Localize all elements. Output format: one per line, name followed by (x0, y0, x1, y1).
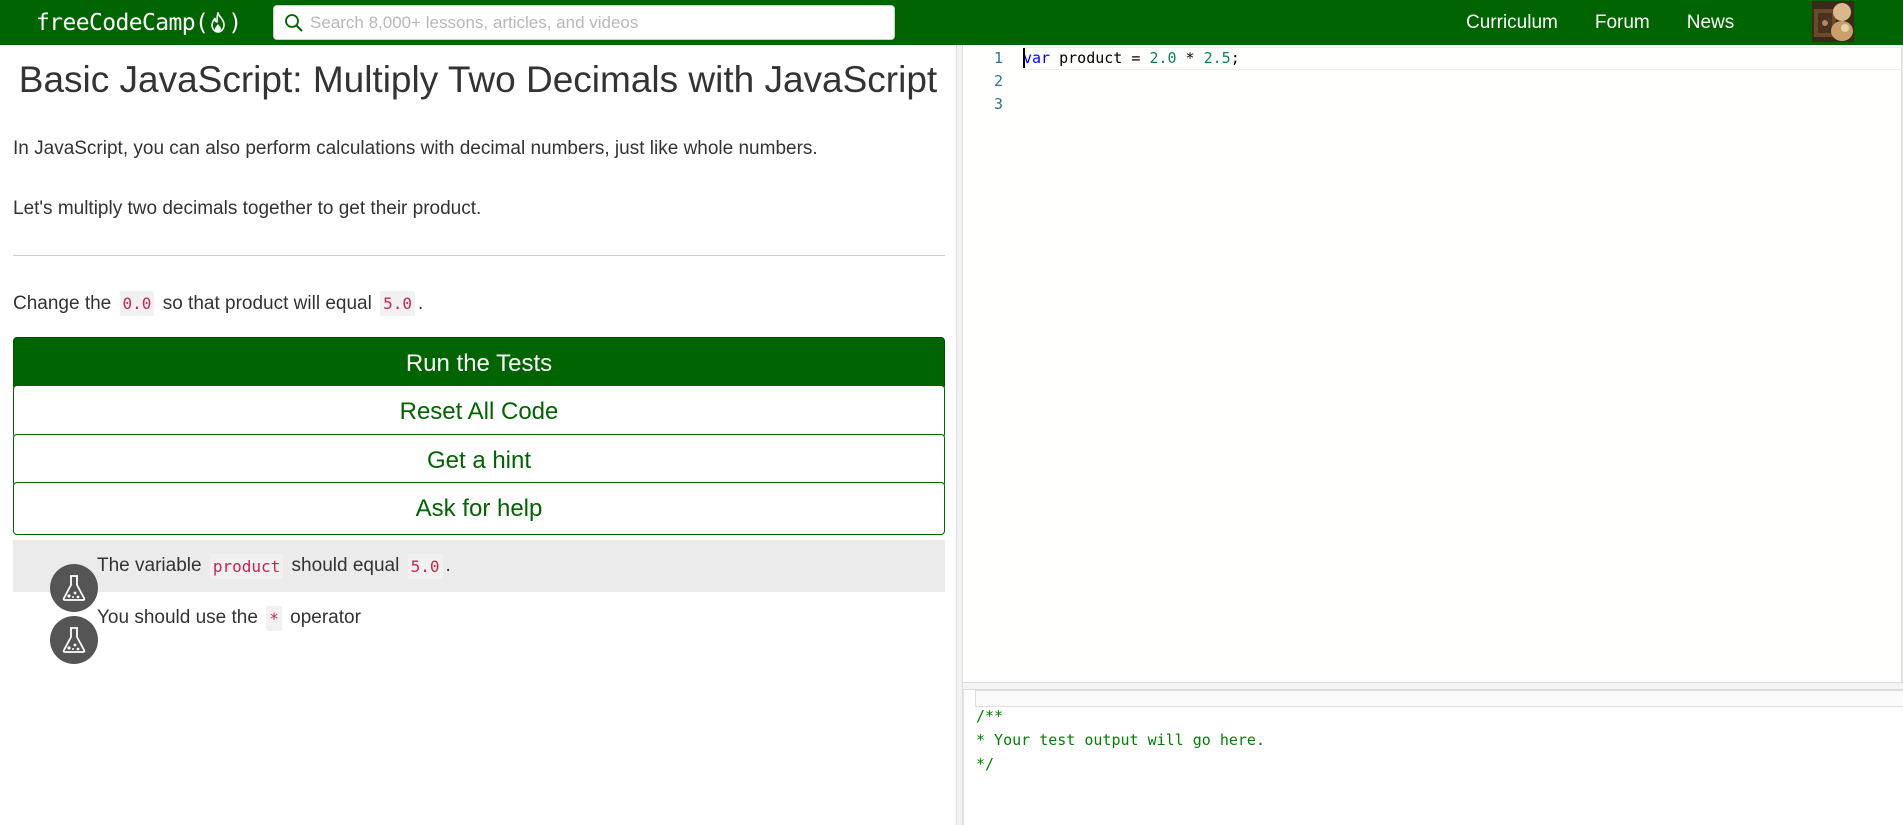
challenge-description-1: In JavaScript, you can also perform calc… (13, 138, 818, 159)
run-tests-button[interactable]: Run the Tests (13, 337, 945, 390)
code-identifier: product = (1050, 49, 1150, 67)
output-line: * Your test output will go here. (976, 731, 1265, 749)
test-item: The variable product should equal 5.0. (13, 540, 945, 612)
text-cursor (1023, 48, 1025, 68)
nav-link-news[interactable]: News (1687, 12, 1735, 34)
code-operator: * (1176, 49, 1204, 67)
test-code-operator: * (266, 605, 282, 631)
editor-output-resize-handle[interactable] (963, 682, 1903, 690)
test-code-value: 5.0 (407, 553, 443, 579)
challenge-title: Basic JavaScript: Multiply Two Decimals … (18, 59, 938, 100)
output-line: /** (976, 707, 1004, 725)
instruction-prefix: Change the (13, 292, 117, 314)
line-number: 1 (993, 49, 1003, 67)
pane-resize-handle[interactable] (956, 45, 963, 825)
code-editor[interactable]: 1 2 3 var product = 2.0 * 2.5; (963, 45, 1903, 682)
nav-links: Curriculum Forum News (1466, 0, 1771, 45)
nav-link-forum[interactable]: Forum (1595, 12, 1650, 34)
instruction-code-start-value: 0.0 (119, 291, 155, 316)
freecodecamp-logo[interactable]: freeCodeCamp( ) (36, 10, 258, 36)
line-number: 3 (993, 95, 1003, 113)
code-keyword: var (1023, 49, 1051, 67)
get-hint-button[interactable]: Get a hint (13, 434, 945, 487)
reset-code-button[interactable]: Reset All Code (13, 385, 945, 438)
search-input[interactable] (310, 12, 870, 33)
instruction-middle: so that product will equal (157, 292, 378, 314)
test-text: The variable product should equal 5.0. (97, 553, 451, 579)
code-semicolon: ; (1230, 49, 1240, 67)
output-line: */ (976, 755, 995, 773)
code-number: 2.5 (1203, 49, 1231, 67)
section-divider (13, 255, 945, 256)
test-suffix: operator (284, 607, 361, 628)
test-suffix: . (445, 555, 451, 576)
search-icon (284, 13, 304, 33)
test-item: You should use the * operator (13, 592, 945, 664)
top-navbar: freeCodeCamp( ) Curriculum Forum News (0, 0, 1903, 45)
logo-text-end: ) (228, 9, 242, 36)
logo-text-start: freeCodeCamp( (36, 9, 209, 36)
test-output-panel: /** * Your test output will go here. */ (963, 690, 1903, 825)
challenge-pane: Basic JavaScript: Multiply Two Decimals … (0, 45, 956, 825)
output-header-bar (975, 690, 1903, 707)
user-avatar[interactable] (1812, 1, 1854, 42)
instruction-suffix: . (418, 292, 424, 314)
code-line[interactable]: var product = 2.0 * 2.5; (1023, 49, 1240, 67)
nav-link-curriculum[interactable]: Curriculum (1466, 12, 1558, 34)
search-box[interactable] (273, 5, 895, 40)
instruction-code-target-value: 5.0 (380, 291, 416, 316)
test-middle: should equal (286, 555, 405, 576)
test-prefix: The variable (97, 555, 207, 576)
code-number: 2.0 (1149, 49, 1177, 67)
ask-help-button[interactable]: Ask for help (13, 482, 945, 535)
line-number-gutter: 1 2 3 (963, 45, 1013, 682)
flask-icon (17, 542, 98, 612)
test-code-variable: product (209, 553, 284, 579)
line-number: 2 (993, 72, 1003, 90)
challenge-instruction: Change the 0.0 so that product will equa… (13, 291, 423, 316)
test-prefix: You should use the (97, 607, 264, 628)
flask-icon (17, 594, 98, 664)
test-text: You should use the * operator (97, 605, 361, 631)
challenge-description-2: Let's multiply two decimals together to … (13, 198, 482, 219)
flame-icon (209, 11, 227, 34)
